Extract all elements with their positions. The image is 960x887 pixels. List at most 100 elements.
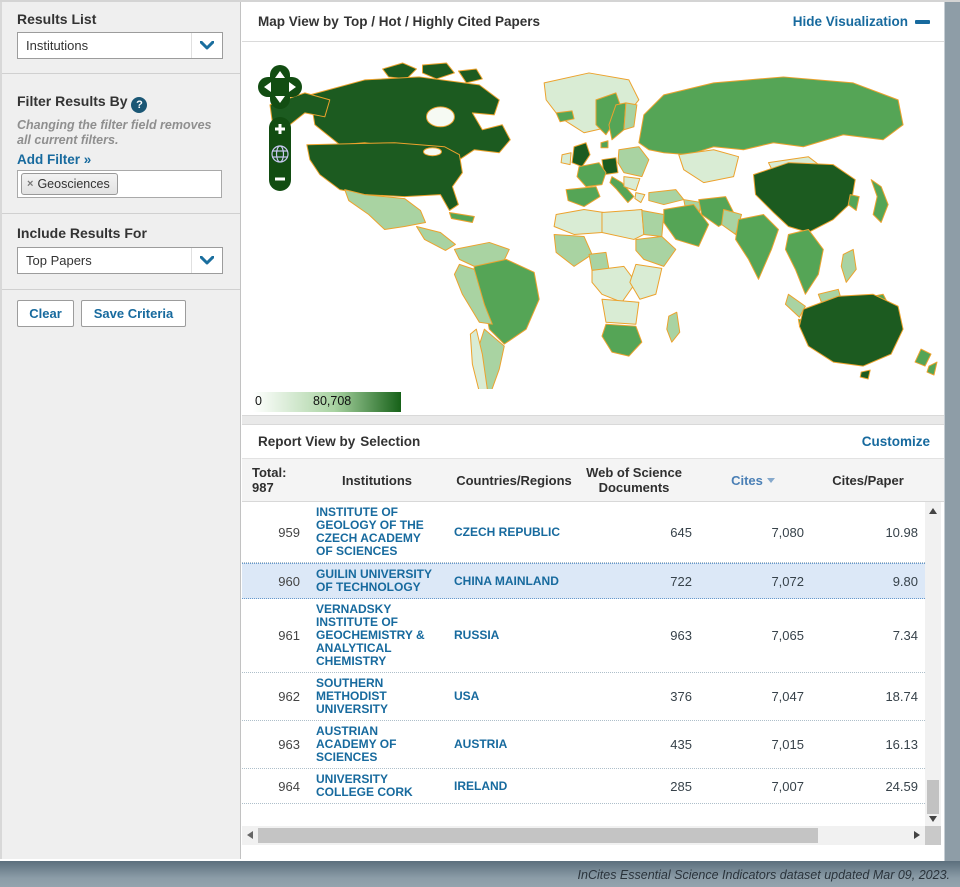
status-bar: InCites Essential Science Indicators dat… xyxy=(0,861,960,887)
include-results-select[interactable]: Top Papers xyxy=(17,247,223,274)
table-row[interactable]: 959 INSTITUTE OF GEOLOGY OF THE CZECH ACA… xyxy=(242,502,925,563)
horizontal-scrollbar[interactable] xyxy=(242,826,925,845)
window-right-frame xyxy=(944,2,960,861)
documents-cell: 645 xyxy=(576,525,692,540)
cites-per-paper-cell: 24.59 xyxy=(814,779,922,794)
cites-sort-label[interactable]: Cites xyxy=(731,473,763,488)
map-zoom-control xyxy=(269,117,291,191)
report-view-title-value: Selection xyxy=(360,434,420,449)
legend-max-label: 80,708 xyxy=(313,394,351,408)
collapse-minus-icon[interactable] xyxy=(915,20,930,24)
filter-results-label: Filter Results By xyxy=(17,93,127,109)
remove-filter-icon[interactable]: × xyxy=(27,178,33,190)
institution-cell: INSTITUTE OF GEOLOGY OF THE CZECH ACADEM… xyxy=(316,506,438,558)
sidebar-divider xyxy=(2,73,240,74)
filter-results-heading: Filter Results By? xyxy=(17,93,147,113)
sort-desc-icon xyxy=(767,478,775,483)
cites-per-paper-cell: 7.34 xyxy=(814,628,922,643)
scroll-right-icon[interactable] xyxy=(914,831,920,839)
world-map-region: 0 80,708 xyxy=(242,43,944,415)
scroll-left-icon[interactable] xyxy=(247,831,253,839)
cites-cell: 7,047 xyxy=(702,689,804,704)
sidebar: Results List Institutions Filter Results… xyxy=(0,2,241,859)
institution-link[interactable]: SOUTHERN METHODIST UNIVERSITY xyxy=(316,677,438,716)
sidebar-divider xyxy=(2,289,240,290)
documents-cell: 285 xyxy=(576,779,692,794)
hide-visualization-link[interactable]: Hide Visualization xyxy=(793,14,930,29)
results-list-heading: Results List xyxy=(17,11,96,27)
clear-button[interactable]: Clear xyxy=(17,300,74,327)
cites-per-paper-cell: 18.74 xyxy=(814,689,922,704)
country-link[interactable]: USA xyxy=(454,690,574,703)
cites-cell: 7,007 xyxy=(702,779,804,794)
country-link[interactable]: RUSSIA xyxy=(454,629,574,642)
country-cell: CZECH REPUBLIC xyxy=(454,526,574,539)
rank-cell: 959 xyxy=(242,525,300,540)
horizontal-scroll-thumb[interactable] xyxy=(258,828,818,843)
rank-cell: 964 xyxy=(242,779,300,794)
column-header-institutions[interactable]: Institutions xyxy=(316,473,438,488)
rank-cell: 962 xyxy=(242,689,300,704)
country-link[interactable]: AUSTRIA xyxy=(454,738,574,751)
cites-cell: 7,015 xyxy=(702,737,804,752)
institution-link[interactable]: GUILIN UNIVERSITY OF TECHNOLOGY xyxy=(316,568,438,594)
customize-label[interactable]: Customize xyxy=(862,434,930,449)
table-row[interactable]: 961 VERNADSKY INSTITUTE OF GEOCHEMISTRY &… xyxy=(242,599,925,673)
hide-visualization-label[interactable]: Hide Visualization xyxy=(793,14,908,29)
vertical-scroll-thumb[interactable] xyxy=(927,780,939,814)
sidebar-divider xyxy=(2,213,240,214)
report-view-title: Report View bySelection xyxy=(258,434,420,449)
total-value: 987 xyxy=(252,480,274,495)
add-filter-link[interactable]: Add Filter » xyxy=(17,152,91,167)
rank-cell: 961 xyxy=(242,628,300,643)
choropleth-world-map[interactable] xyxy=(245,55,943,389)
vertical-scrollbar[interactable] xyxy=(925,502,941,826)
institution-link[interactable]: INSTITUTE OF GEOLOGY OF THE CZECH ACADEM… xyxy=(316,506,438,558)
rank-cell: 963 xyxy=(242,737,300,752)
map-view-title-value: Top / Hot / Highly Cited Papers xyxy=(344,14,540,29)
column-header-countries[interactable]: Countries/Regions xyxy=(454,473,574,488)
cites-per-paper-cell: 9.80 xyxy=(814,574,922,589)
country-link[interactable]: CHINA MAINLAND xyxy=(454,575,574,588)
results-list-select[interactable]: Institutions xyxy=(17,32,223,59)
column-header-documents[interactable]: Web of Science Documents xyxy=(576,465,692,495)
filter-tag-geosciences[interactable]: × Geosciences xyxy=(21,173,118,195)
table-row[interactable]: 964 UNIVERSITY COLLEGE CORK IRELAND285 7,00… xyxy=(242,769,925,804)
map-view-header: Map View by Top / Hot / Highly Cited Pape… xyxy=(242,2,944,42)
map-controls xyxy=(258,65,302,200)
institution-cell: AUSTRIAN ACADEMY OF SCIENCES xyxy=(316,725,438,764)
table-header: Total: 987 Institutions Countries/Region… xyxy=(242,458,944,502)
scroll-up-icon[interactable] xyxy=(929,508,937,514)
column-header-cites[interactable]: Cites xyxy=(702,473,804,488)
documents-cell: 435 xyxy=(576,737,692,752)
table-row[interactable]: 963 AUSTRIAN ACADEMY OF SCIENCES AUSTRIA43… xyxy=(242,721,925,769)
customize-link[interactable]: Customize xyxy=(862,434,930,449)
rank-cell: 960 xyxy=(242,574,300,589)
map-view-title: Map View by Top / Hot / Highly Cited Pape… xyxy=(258,14,540,29)
map-legend: 0 80,708 xyxy=(253,392,401,412)
section-divider xyxy=(242,415,944,425)
legend-min-label: 0 xyxy=(255,394,262,408)
map-view-title-prefix: Map View by xyxy=(258,14,339,29)
include-results-heading: Include Results For xyxy=(17,225,147,241)
cites-cell: 7,072 xyxy=(702,574,804,589)
cites-per-paper-cell: 10.98 xyxy=(814,525,922,540)
institution-cell: GUILIN UNIVERSITY OF TECHNOLOGY xyxy=(316,568,438,594)
help-icon[interactable]: ? xyxy=(131,97,147,113)
institution-link[interactable]: VERNADSKY INSTITUTE OF GEOCHEMISTRY & AN… xyxy=(316,603,438,668)
table-body: 959 INSTITUTE OF GEOLOGY OF THE CZECH ACA… xyxy=(242,502,925,826)
country-cell: AUSTRIA xyxy=(454,738,574,751)
table-row[interactable]: 962SOUTHERN METHODIST UNIVERSITYUSA3767,… xyxy=(242,673,925,721)
save-criteria-button[interactable]: Save Criteria xyxy=(81,300,186,327)
institution-link[interactable]: UNIVERSITY COLLEGE CORK xyxy=(316,773,438,799)
table-row[interactable]: 960 GUILIN UNIVERSITY OF TECHNOLOGY CHINA … xyxy=(242,563,925,599)
country-link[interactable]: CZECH REPUBLIC xyxy=(454,526,574,539)
scroll-down-icon[interactable] xyxy=(929,816,937,822)
chevron-down-icon xyxy=(191,33,222,58)
country-cell: CHINA MAINLAND xyxy=(454,575,574,588)
column-header-cites-per-paper[interactable]: Cites/Paper xyxy=(814,473,922,488)
institution-link[interactable]: AUSTRIAN ACADEMY OF SCIENCES xyxy=(316,725,438,764)
country-link[interactable]: IRELAND xyxy=(454,780,574,793)
cites-cell: 7,065 xyxy=(702,628,804,643)
add-filter-label[interactable]: Add Filter » xyxy=(17,152,91,167)
